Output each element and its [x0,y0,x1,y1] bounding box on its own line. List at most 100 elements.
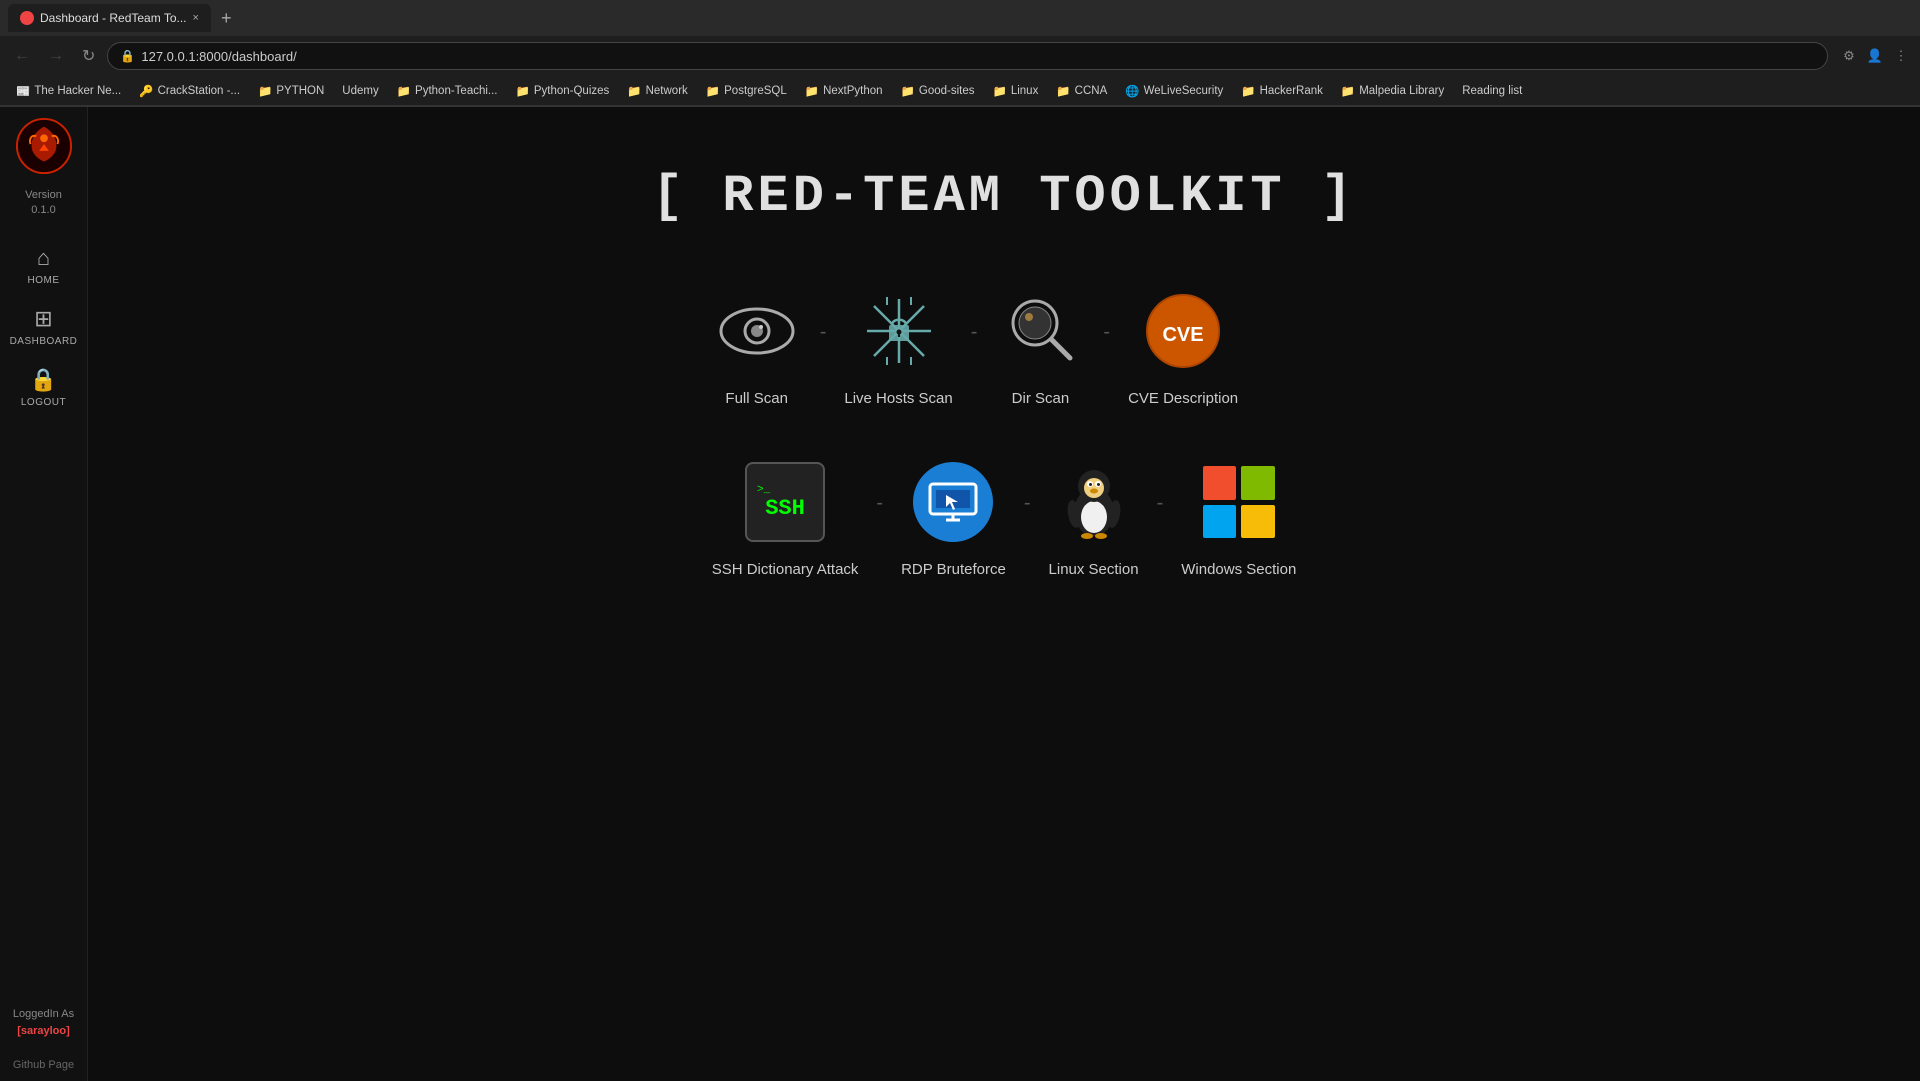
sep-5: - [1006,457,1049,515]
bookmark-label: NextPython [823,85,882,97]
tool-live-hosts-scan[interactable]: Live Hosts Scan [844,286,952,407]
bookmark-label: PostgreSQL [724,85,787,97]
rdp-bruteforce-item[interactable]: RDP Bruteforce [901,457,1006,578]
lock-icon: 🔒 [120,49,135,63]
ssh-icon: >_ SSH [745,462,825,542]
sidebar-item-home[interactable]: ⌂ HOME [0,235,87,296]
ssh-dictionary-item[interactable]: >_ SSH SSH Dictionary Attack [712,457,859,578]
bookmark-welivesecurity[interactable]: 🌐 WeLiveSecurity [1117,82,1231,100]
bookmark-goodsites[interactable]: 📁 Good-sites [893,82,983,100]
tab-bar: Dashboard - RedTeam To... × + [0,0,1920,36]
profile-icon[interactable]: 👤 [1864,45,1886,67]
dashboard-icon: ⊞ [34,306,52,332]
bookmark-icon: 📁 [397,84,411,98]
sep-2: - [953,286,996,344]
bookmark-label: WeLiveSecurity [1144,85,1224,97]
bookmark-python[interactable]: 📁 PYTHON [250,82,332,100]
tool-full-scan[interactable]: Full Scan [712,286,802,407]
version-number: 0.1.0 [25,203,62,218]
new-tab-button[interactable]: + [215,8,238,29]
logout-icon: 🔒 [30,367,57,393]
windows-section-item[interactable]: Windows Section [1181,457,1296,578]
refresh-button[interactable]: ↻ [76,42,101,70]
sep-1: - [802,286,845,344]
bookmark-pythonteachi[interactable]: 📁 Python-Teachi... [389,82,506,100]
rdp-icon [913,462,993,542]
ssh-text: SSH [765,496,805,521]
tool-ssh-dictionary[interactable]: >_ SSH SSH Dictionary Attack [712,457,859,578]
sidebar: Version 0.1.0 ⌂ HOME ⊞ Dashboard 🔒 LOGOU… [0,107,88,1081]
bookmark-icon: 📁 [258,84,272,98]
live-hosts-scan-item[interactable]: Live Hosts Scan [844,286,952,407]
bookmark-icon: 📁 [805,84,819,98]
bookmark-label: Python-Quizes [534,85,609,97]
tool-rdp-bruteforce[interactable]: RDP Bruteforce [901,457,1006,578]
linux-section-item[interactable]: Linux Section [1049,457,1139,578]
windows-section-label: Windows Section [1181,561,1296,578]
sep-6: - [1139,457,1182,515]
tool-windows-section[interactable]: Windows Section [1181,457,1296,578]
bookmark-icon: 📰 [16,84,30,98]
tool-dir-scan[interactable]: Dir Scan [995,286,1085,407]
svg-text:CVE: CVE [1163,324,1204,346]
tab-close-button[interactable]: × [193,12,199,24]
bookmark-label: Network [646,85,688,97]
win-quad-yellow [1241,505,1275,539]
back-button[interactable]: ← [8,43,36,69]
cve-description-item[interactable]: CVE CVE Description [1128,286,1238,407]
bookmark-network[interactable]: 📁 Network [619,82,696,100]
win-quad-blue [1203,505,1237,539]
address-bar[interactable]: 🔒 127.0.0.1:8000/dashboard/ [107,42,1828,70]
bookmark-ccna[interactable]: 📁 CCNA [1048,82,1115,100]
bookmark-icon: 📁 [1341,84,1355,98]
full-scan-icon-wrap [712,286,802,376]
bookmark-pythonquizes[interactable]: 📁 Python-Quizes [508,82,618,100]
dir-scan-item[interactable]: Dir Scan [995,286,1085,407]
bookmark-hackerrank[interactable]: 📁 HackerRank [1233,82,1331,100]
monitor-icon [928,482,978,522]
eye-icon [717,291,797,371]
bookmark-linux[interactable]: 📁 Linux [985,82,1047,100]
bookmark-icon: 📁 [1056,84,1070,98]
full-scan-label: Full Scan [725,390,788,407]
app-layout: Version 0.1.0 ⌂ HOME ⊞ Dashboard 🔒 LOGOU… [0,107,1920,1081]
sidebar-item-dashboard[interactable]: ⊞ Dashboard [0,296,87,357]
bookmark-postgresql[interactable]: 📁 PostgreSQL [698,82,795,100]
forward-button[interactable]: → [42,43,70,69]
bookmark-icon: 📁 [1241,84,1255,98]
bookmark-label: The Hacker Ne... [34,85,121,97]
logged-in-label: LoggedIn As [13,1006,74,1023]
bookmark-icon: 🌐 [1125,84,1139,98]
bookmark-udemy[interactable]: Udemy [334,83,386,99]
app-logo [15,117,73,188]
tool-cve-description[interactable]: CVE CVE Description [1128,286,1238,407]
bookmark-thehackernews[interactable]: 📰 The Hacker Ne... [8,82,129,100]
windows-icon-wrap [1194,457,1284,547]
win-quad-green [1241,466,1275,500]
bookmark-readinglist[interactable]: Reading list [1454,83,1530,99]
extensions-icon[interactable]: ⚙ [1838,45,1860,67]
tools-grid: Full Scan - [712,286,1297,578]
bookmark-malpedia[interactable]: 📁 Malpedia Library [1333,82,1452,100]
logged-in-info: LoggedIn As [sarayloo] [9,996,78,1049]
main-content: [ RED-TEAM TOOLKIT ] [88,107,1920,1081]
bookmark-label: Reading list [1462,85,1522,97]
sidebar-item-logout[interactable]: 🔒 LOGOUT [0,357,87,418]
bookmark-icon: 📁 [516,84,530,98]
active-tab[interactable]: Dashboard - RedTeam To... × [8,4,211,32]
menu-icon[interactable]: ⋮ [1890,45,1912,67]
full-scan-item[interactable]: Full Scan [712,286,802,407]
bookmark-icon: 📁 [993,84,1007,98]
bookmark-label: CCNA [1075,85,1108,97]
bookmark-crackstation[interactable]: 🔑 CrackStation -... [131,82,248,100]
logout-label: LOGOUT [21,397,66,408]
tools-row-1: Full Scan - [712,286,1297,407]
win-quad-red [1203,466,1237,500]
github-link[interactable]: Github Page [13,1049,74,1081]
bookmark-label: Udemy [342,85,378,97]
url-text: 127.0.0.1:8000/dashboard/ [141,49,296,64]
logged-in-user: [sarayloo] [17,1025,70,1037]
tool-linux-section[interactable]: Linux Section [1049,457,1139,578]
snowflake-lock-icon [859,291,939,371]
bookmark-nextpython[interactable]: 📁 NextPython [797,82,891,100]
